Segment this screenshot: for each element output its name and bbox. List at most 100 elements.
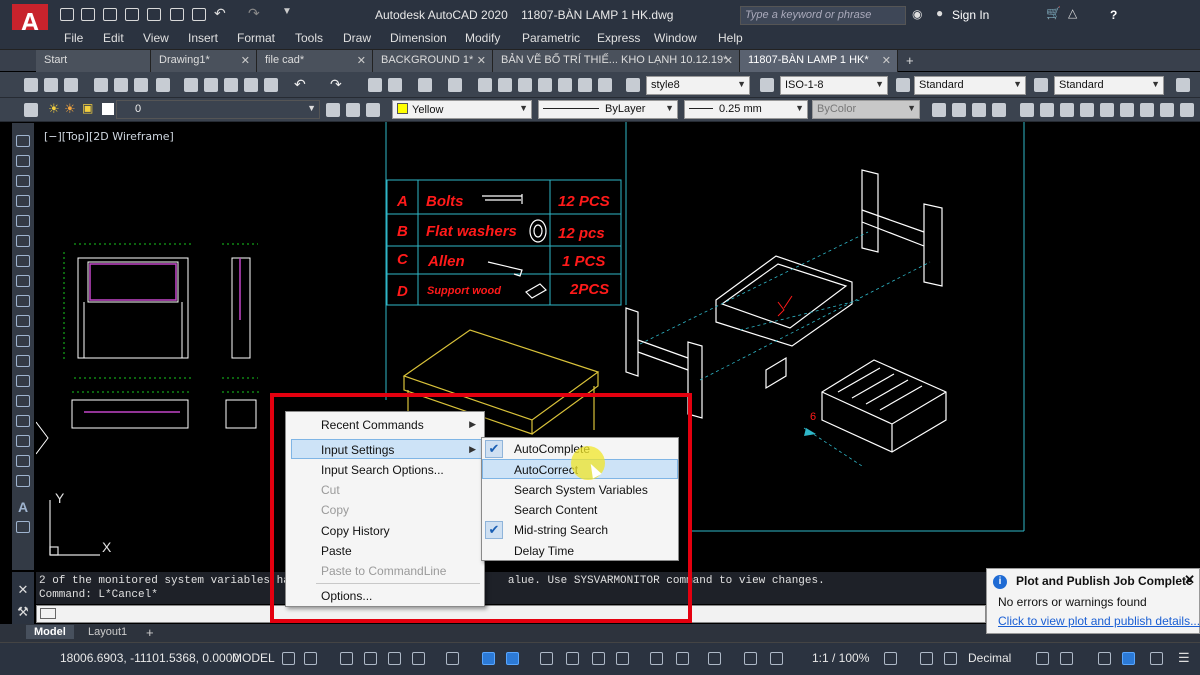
save-icon[interactable]	[103, 8, 117, 21]
plot-preview-icon[interactable]	[114, 78, 128, 92]
selection-filter-icon[interactable]	[676, 652, 689, 665]
autodesk-app-store-icon[interactable]: 🛒	[1046, 6, 1061, 20]
markup-icon[interactable]	[558, 78, 572, 92]
menu-edit[interactable]: Edit	[103, 31, 124, 45]
multiline-text-icon[interactable]: A	[18, 499, 28, 515]
isolate-objects-icon[interactable]	[1098, 652, 1111, 665]
qnew-icon[interactable]	[24, 78, 38, 92]
cut-icon[interactable]	[184, 78, 198, 92]
new-file-icon[interactable]	[60, 8, 74, 21]
ellipse-icon[interactable]	[16, 315, 30, 327]
menu-item-paste[interactable]: Paste	[286, 541, 484, 561]
units-icon[interactable]	[944, 652, 957, 665]
close-icon[interactable]: ✕	[357, 54, 366, 67]
zoom-realtime-icon[interactable]	[388, 78, 402, 92]
layer-state-icon[interactable]	[366, 103, 380, 117]
plot-details-link[interactable]: Click to view plot and publish details..…	[998, 614, 1200, 628]
transparency-icon[interactable]	[566, 652, 579, 665]
hatch-icon[interactable]	[16, 415, 30, 427]
radius-dim-icon[interactable]	[1020, 103, 1034, 117]
customize-quick-access-icon[interactable]: ▼	[282, 6, 292, 17]
menu-item-search-content[interactable]: Search Content	[482, 500, 678, 520]
menu-window[interactable]: Window	[654, 31, 697, 45]
object-snap-icon[interactable]	[506, 652, 519, 665]
binoculars-icon[interactable]: ◉	[912, 7, 922, 21]
tab-ban-lamp-active[interactable]: 11807-BÀN LAMP 1 HK* ✕	[740, 50, 898, 72]
wrench-icon[interactable]: ⚒	[12, 604, 34, 620]
tab-layout1[interactable]: Layout1	[80, 625, 135, 639]
command-prompt-icon[interactable]	[40, 608, 56, 619]
annotation-scale[interactable]: 1:1 / 100%	[812, 651, 869, 665]
zoom-window-icon[interactable]	[418, 78, 432, 92]
polygon-icon[interactable]	[16, 195, 30, 207]
dynamic-ucs-icon[interactable]	[650, 652, 663, 665]
dim-style-icon[interactable]	[760, 78, 774, 92]
menu-tools[interactable]: Tools	[295, 31, 323, 45]
3d-osnap-icon[interactable]	[616, 652, 629, 665]
sign-in-button[interactable]: Sign In	[952, 8, 989, 22]
menu-item-search-system-variables[interactable]: Search System Variables	[482, 480, 678, 500]
new-tab-plus-icon[interactable]: +	[906, 53, 914, 68]
continue-dim-icon[interactable]	[1140, 103, 1154, 117]
close-icon[interactable]: ✕	[477, 54, 486, 67]
units-select[interactable]: Decimal	[968, 651, 1011, 665]
dim-style-select[interactable]: ISO-1-8 ▼	[780, 76, 888, 95]
close-icon[interactable]: ✕	[12, 582, 34, 598]
block-editor-icon[interactable]	[264, 78, 278, 92]
toolbar-more-icon[interactable]	[1176, 78, 1190, 92]
hardware-acceleration-icon[interactable]	[1122, 652, 1135, 665]
ordinate-dim-icon[interactable]	[992, 103, 1006, 117]
tab-ban-ve-bo-tri[interactable]: BẢN VẼ BỐ TRÍ THIẾ... KHO LẠNH 10.12.19*…	[493, 50, 740, 72]
customization-menu-icon[interactable]: ☰	[1178, 650, 1190, 666]
table-icon[interactable]	[16, 475, 30, 487]
line-icon[interactable]	[16, 135, 30, 147]
zoom-previous-icon[interactable]	[448, 78, 462, 92]
close-icon[interactable]: ✕	[1184, 572, 1195, 588]
open-file-icon[interactable]	[81, 8, 95, 21]
open-icon[interactable]	[44, 78, 58, 92]
help-search-input[interactable]: Type a keyword or phrase	[740, 6, 906, 25]
pan-icon[interactable]	[368, 78, 382, 92]
make-current-icon[interactable]	[326, 103, 340, 117]
jogged-dim-icon[interactable]	[1040, 103, 1054, 117]
menu-item-mid-string-search[interactable]: ✔ Mid-string Search	[482, 520, 678, 540]
linear-dim-icon[interactable]	[932, 103, 946, 117]
viewport-controls[interactable]: [−][Top][2D Wireframe]	[44, 130, 174, 143]
quick-properties-icon[interactable]	[1036, 652, 1049, 665]
aligned-dim-icon[interactable]	[952, 103, 966, 117]
tool-palettes-icon[interactable]	[518, 78, 532, 92]
copy-icon[interactable]	[204, 78, 218, 92]
match-properties-icon[interactable]	[244, 78, 258, 92]
menu-item-delay-time[interactable]: Delay Time	[482, 541, 678, 561]
menu-modify[interactable]: Modify	[465, 31, 500, 45]
grid-icon[interactable]	[282, 652, 295, 665]
annotation-visibility-icon[interactable]	[744, 652, 757, 665]
sheet-set-icon[interactable]	[538, 78, 552, 92]
add-selected-icon[interactable]	[16, 521, 30, 533]
publish-icon[interactable]	[134, 78, 148, 92]
diameter-dim-icon[interactable]	[1060, 103, 1074, 117]
layer-properties-icon[interactable]	[24, 103, 38, 117]
design-center-icon[interactable]	[498, 78, 512, 92]
isometric-drafting-icon[interactable]	[446, 652, 459, 665]
close-icon[interactable]: ✕	[241, 54, 250, 67]
tolerance-icon[interactable]	[1160, 103, 1174, 117]
layer-previous-icon[interactable]	[346, 103, 360, 117]
tab-drawing1[interactable]: Drawing1* ✕	[151, 50, 257, 72]
menu-item-copy-history[interactable]: Copy History	[286, 521, 484, 541]
open-from-web-icon[interactable]	[147, 8, 161, 21]
polar-tracking-icon[interactable]	[412, 652, 425, 665]
snap-icon[interactable]	[304, 652, 317, 665]
gizmo-icon[interactable]	[708, 652, 721, 665]
tab-background-1[interactable]: BACKGROUND 1* ✕	[373, 50, 493, 72]
table-style-icon[interactable]	[896, 78, 910, 92]
menu-item-input-search-options[interactable]: Input Search Options...	[286, 460, 484, 480]
make-block-icon[interactable]	[16, 375, 30, 387]
lineweight-select[interactable]: 0.25 mm ▼	[684, 100, 808, 119]
gradient-icon[interactable]	[16, 435, 30, 447]
infer-constraints-icon[interactable]	[340, 652, 353, 665]
arc-length-icon[interactable]	[972, 103, 986, 117]
properties-icon[interactable]	[478, 78, 492, 92]
model-space-button[interactable]: MODEL	[232, 651, 275, 665]
menu-help[interactable]: Help	[718, 31, 743, 45]
